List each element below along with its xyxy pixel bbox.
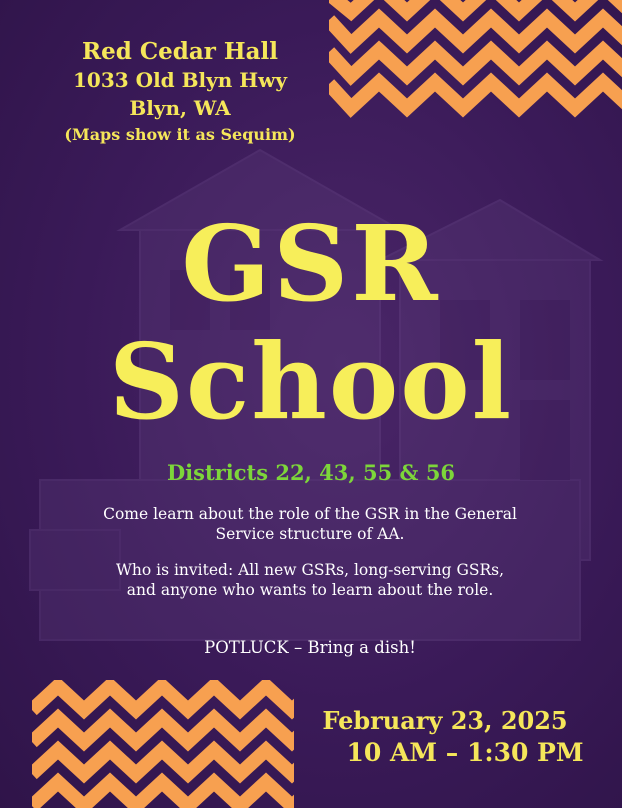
chevron-pattern-top — [329, 0, 622, 118]
venue-name: Red Cedar Hall — [82, 38, 278, 65]
venue-note: (Maps show it as Sequim) — [64, 124, 296, 144]
venue-address: Red Cedar Hall 1033 Old Blyn Hwy Blyn, W… — [30, 38, 330, 144]
potluck-note: POTLUCK – Bring a dish! — [204, 638, 416, 657]
districts-heading: Districts 22, 43, 55 & 56 — [166, 460, 456, 485]
event-date: February 23, 2025 — [322, 706, 568, 735]
description-paragraph-1: Come learn about the role of the GSR in … — [103, 505, 517, 543]
title-line-1: GSR — [181, 202, 441, 325]
chevron-pattern-bottom — [32, 680, 294, 808]
venue-street: 1033 Old Blyn Hwy — [73, 67, 287, 92]
title-line-2: School — [108, 320, 514, 443]
description-paragraph-2: Who is invited: All new GSRs, long-servi… — [115, 561, 505, 599]
flyer: Red Cedar Hall 1033 Old Blyn Hwy Blyn, W… — [0, 0, 622, 808]
venue-city: Blyn, WA — [129, 95, 231, 120]
event-time: 10 AM – 1:30 PM — [346, 738, 584, 767]
